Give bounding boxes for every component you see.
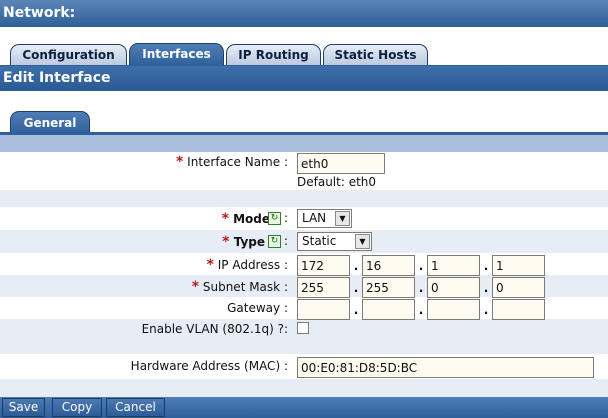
ip-dot: . xyxy=(483,259,489,273)
interface-name-label: * Interface Name : xyxy=(176,154,288,170)
form-band xyxy=(0,190,608,207)
tab-configuration[interactable]: Configuration xyxy=(10,44,127,66)
tab-ip-routing[interactable]: IP Routing xyxy=(226,44,321,66)
ip-address-label: * IP Address : xyxy=(206,257,288,273)
mode-select-value: LAN xyxy=(302,211,327,225)
mode-select[interactable]: LAN ▼ xyxy=(297,209,352,228)
ip-octet-2[interactable]: 16 xyxy=(362,255,415,276)
ip-dot: . xyxy=(353,259,359,273)
tab-general[interactable]: General xyxy=(10,111,90,134)
required-mark: * xyxy=(176,154,184,170)
gateway-octet-1[interactable] xyxy=(297,299,350,320)
gateway-dot: . xyxy=(483,303,489,317)
gateway-octet-4[interactable] xyxy=(492,299,545,320)
type-select[interactable]: Static ▼ xyxy=(297,232,372,251)
type-select-value: Static xyxy=(302,234,337,248)
form-band xyxy=(0,339,608,354)
tab-interfaces[interactable]: Interfaces xyxy=(129,43,224,66)
subnet-dot: . xyxy=(418,281,424,295)
ip-octet-4[interactable]: 1 xyxy=(492,255,545,276)
mac-label: Hardware Address (MAC) : xyxy=(130,359,288,373)
subnet-octet-2[interactable]: 255 xyxy=(362,277,415,298)
ip-octet-1[interactable]: 172 xyxy=(297,255,350,276)
vlan-checkbox[interactable] xyxy=(297,322,309,334)
subnet-octet-1[interactable]: 255 xyxy=(297,277,350,298)
mode-colon: : xyxy=(284,211,289,225)
tab-static-hosts[interactable]: Static Hosts xyxy=(323,44,428,66)
mac-address-input[interactable]: 00:E0:81:D8:5D:BC xyxy=(297,357,594,378)
subnet-mask-label: * Subnet Mask : xyxy=(191,279,288,295)
subnet-octet-3[interactable]: 0 xyxy=(427,277,480,298)
chevron-down-icon: ▼ xyxy=(355,234,370,249)
vlan-label: Enable VLAN (802.1q) ?: xyxy=(141,322,288,336)
mode-label: * Mode xyxy=(221,211,270,227)
ip-octet-3[interactable]: 1 xyxy=(427,255,480,276)
save-button[interactable]: Save xyxy=(2,398,45,417)
subnet-octet-4[interactable]: 0 xyxy=(492,277,545,298)
gateway-dot: . xyxy=(418,303,424,317)
chevron-down-icon: ▼ xyxy=(335,211,350,226)
interface-name-default: Default: eth0 xyxy=(297,175,377,189)
gateway-label: Gateway : xyxy=(227,301,288,315)
copy-button[interactable]: Copy xyxy=(52,398,102,417)
form-band xyxy=(0,379,608,397)
subnet-dot: . xyxy=(353,281,359,295)
gateway-octet-2[interactable] xyxy=(362,299,415,320)
cancel-button[interactable]: Cancel xyxy=(106,398,165,417)
ip-dot: . xyxy=(418,259,424,273)
interface-name-input[interactable]: eth0 xyxy=(297,153,385,174)
type-label: * Type xyxy=(222,234,265,250)
page-title: Network: xyxy=(0,0,608,27)
subnet-dot: . xyxy=(483,281,489,295)
section-title: Edit Interface xyxy=(0,66,608,91)
refresh-help-icon[interactable]: ↻ xyxy=(268,235,281,248)
form-band xyxy=(0,135,608,152)
gateway-octet-3[interactable] xyxy=(427,299,480,320)
refresh-help-icon[interactable]: ↻ xyxy=(268,212,281,225)
gateway-dot: . xyxy=(353,303,359,317)
type-colon: : xyxy=(284,234,289,248)
